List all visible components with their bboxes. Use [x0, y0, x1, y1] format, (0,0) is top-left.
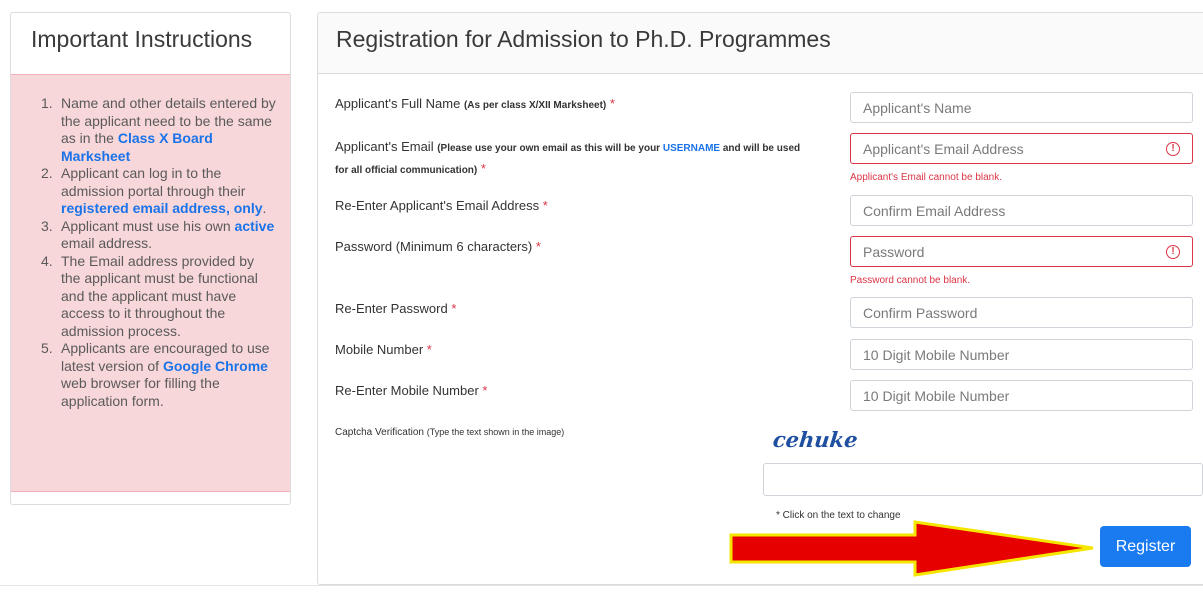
- instructions-body: 1. Name and other details entered by the …: [11, 74, 290, 492]
- captcha-note: (Type the text shown in the image): [426, 427, 565, 437]
- instruction-number: 5.: [41, 340, 53, 356]
- instruction-item: 4. The Email address provided by the appl…: [41, 253, 276, 341]
- instruction-item: 3. Applicant must use his own active emai…: [41, 218, 276, 253]
- instructions-card: Important Instructions 1. Name and other …: [10, 12, 291, 505]
- arrow-shape: [729, 520, 1094, 577]
- exclamation-circle-icon: !: [1166, 245, 1180, 259]
- captcha-input[interactable]: [763, 463, 1203, 496]
- red-arrow-icon: [729, 520, 1094, 577]
- full-name-input[interactable]: [850, 92, 1193, 123]
- username-link-text: USERNAME: [662, 143, 721, 154]
- instruction-number: 2.: [41, 165, 53, 181]
- full-name-note: (As per class X/XII Marksheet): [463, 100, 607, 111]
- instruction-text: .: [262, 200, 267, 216]
- confirm-email-label: Re-Enter Applicant's Email Address *: [335, 198, 548, 213]
- required-mark: *: [426, 342, 432, 357]
- instruction-number: 4.: [41, 252, 53, 269]
- required-mark: *: [482, 383, 488, 398]
- instructions-title: Important Instructions: [31, 26, 253, 52]
- instructions-list: 1. Name and other details entered by the …: [41, 95, 276, 410]
- instruction-highlight: registered email address, only: [61, 200, 263, 216]
- email-label: Applicant's Email (Please use your own e…: [335, 139, 801, 176]
- instruction-text: web browser for filling the application …: [61, 375, 220, 409]
- instruction-item: 5. Applicants are encouraged to use lates…: [41, 340, 276, 410]
- instruction-text: Applicant must use his own: [61, 217, 235, 234]
- confirm-mobile-input[interactable]: [850, 380, 1193, 411]
- mobile-input[interactable]: [850, 339, 1193, 370]
- password-input[interactable]: [850, 236, 1193, 267]
- instruction-text: Applicant can log in to the admission po…: [61, 165, 246, 199]
- page-divider: [0, 585, 1203, 586]
- required-mark: *: [451, 301, 457, 316]
- instruction-text: The Email address provided by the applic…: [61, 252, 258, 339]
- register-button[interactable]: Register: [1100, 526, 1191, 567]
- instruction-item: 2. Applicant can log in to the admission …: [41, 165, 276, 218]
- instruction-highlight: Google Chrome: [162, 357, 268, 374]
- mobile-label: Mobile Number *: [335, 342, 432, 357]
- confirm-password-input[interactable]: [850, 297, 1193, 328]
- confirm-password-label: Re-Enter Password *: [335, 301, 457, 316]
- exclamation-circle-icon: !: [1166, 142, 1180, 156]
- registration-card: Registration for Admission to Ph.D. Prog…: [317, 12, 1203, 585]
- required-mark: *: [542, 198, 548, 213]
- full-name-label: Applicant's Full Name (As per class X/XI…: [335, 96, 615, 111]
- instruction-number: 1.: [41, 95, 53, 111]
- required-mark: *: [609, 96, 615, 111]
- instruction-number: 3.: [41, 217, 53, 234]
- email-error: Applicant's Email cannot be blank.: [850, 172, 1002, 183]
- confirm-mobile-label: Re-Enter Mobile Number *: [335, 383, 488, 398]
- required-mark: *: [535, 239, 541, 254]
- email-input[interactable]: [850, 133, 1193, 164]
- password-label: Password (Minimum 6 characters) *: [335, 239, 541, 254]
- instruction-highlight: active: [234, 217, 275, 234]
- captcha-label: Captcha Verification (Type the text show…: [335, 427, 565, 438]
- confirm-email-input[interactable]: [850, 195, 1193, 226]
- captcha-image[interactable]: cehuke: [772, 427, 859, 452]
- registration-title: Registration for Admission to Ph.D. Prog…: [318, 13, 1203, 74]
- password-error: Password cannot be blank.: [850, 275, 971, 286]
- instruction-text: email address.: [61, 235, 153, 251]
- instruction-item: 1. Name and other details entered by the …: [41, 95, 276, 165]
- required-mark: *: [480, 161, 486, 176]
